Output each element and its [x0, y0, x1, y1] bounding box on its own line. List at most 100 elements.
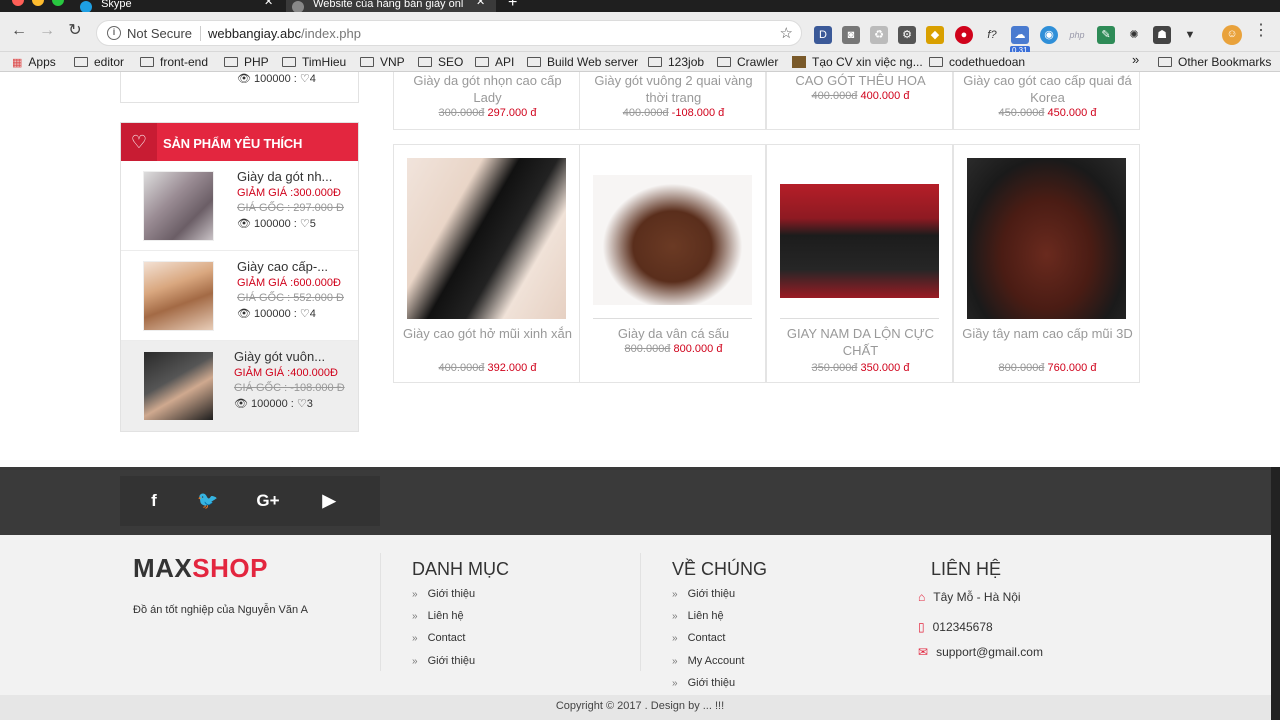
favorite-name[interactable]: Giày cao cấp-...	[237, 259, 328, 274]
product-image[interactable]	[407, 158, 566, 319]
vue-icon[interactable]: ▼	[1181, 26, 1199, 44]
mask-icon[interactable]: ☗	[1153, 26, 1171, 44]
footer-link[interactable]: » My Account	[672, 655, 744, 667]
product-image[interactable]	[967, 158, 1126, 319]
new-price: -108.000 đ	[671, 107, 725, 119]
globe-blue-icon[interactable]: ◉	[1040, 26, 1058, 44]
minimize-window-icon[interactable]	[32, 0, 44, 6]
contact-phone: ▯ 012345678	[918, 620, 993, 634]
tab-skype[interactable]: Skype ✕	[80, 0, 280, 12]
product-card[interactable]: Giầy tây nam cao cấp mũi 3D 800.000đ 760…	[953, 144, 1140, 383]
folder-icon	[282, 57, 296, 67]
product-card[interactable]: Giày gót vuông 2 quai vàng thời trang 40…	[579, 72, 766, 130]
product-name[interactable]: Giày da vân cá sấu	[586, 325, 761, 342]
product-name[interactable]: CAO GÓT THÊU HOA	[773, 72, 948, 89]
twitter-icon[interactable]: 🐦	[193, 491, 223, 511]
google-plus-icon[interactable]: G+	[253, 491, 283, 511]
footer-link[interactable]: » Liên hệ	[412, 610, 464, 622]
home-icon: ⌂	[918, 590, 926, 604]
original-price: GIÁ GỐC : 297.000 Đ	[237, 202, 344, 214]
bookmark-editor[interactable]: editor	[74, 55, 124, 69]
bookmark-php[interactable]: PHP	[224, 55, 269, 69]
product-thumbnail[interactable]	[143, 351, 214, 421]
youtube-icon[interactable]: ▶	[314, 491, 344, 511]
new-tab-icon[interactable]: +	[508, 0, 517, 12]
product-card[interactable]: Giày da gót nhọn cao cấp Lady 300.000đ 2…	[393, 72, 580, 130]
extension-d-icon[interactable]: D	[814, 26, 832, 44]
recycle-icon[interactable]: ♻	[870, 26, 888, 44]
bookmark-vnp[interactable]: VNP	[360, 55, 405, 69]
extension-badge-icon[interactable]: ◆	[926, 26, 944, 44]
close-window-icon[interactable]	[12, 0, 24, 6]
folder-icon	[74, 57, 88, 67]
bookmarks-overflow-button[interactable]: »	[1132, 53, 1139, 67]
footer-link[interactable]: » Contact	[412, 632, 465, 644]
function-icon[interactable]: f?	[983, 26, 1001, 44]
scrollbar[interactable]	[1271, 467, 1280, 720]
product-thumbnail[interactable]	[143, 261, 214, 331]
new-price: 450.000 đ	[1047, 107, 1097, 119]
favorite-item[interactable]: Giày gót vuôn... GIẢM GIÁ :400.000Đ GIÁ …	[121, 341, 358, 431]
profile-avatar[interactable]: ☺	[1222, 25, 1242, 45]
product-image[interactable]	[780, 184, 939, 298]
maximize-window-icon[interactable]	[52, 0, 64, 6]
bookmark-label: VNP	[380, 55, 405, 69]
bookmark-timhieu[interactable]: TimHieu	[282, 55, 346, 69]
shield-icon[interactable]: ●	[955, 26, 973, 44]
product-card[interactable]: GIAY NAM DA LỘN CỰC CHẤT 350.000đ 350.00…	[766, 144, 953, 383]
bookmark-crawler[interactable]: Crawler	[717, 55, 778, 69]
product-thumbnail[interactable]	[143, 171, 214, 241]
contact-email[interactable]: ✉ support@gmail.com	[918, 645, 1043, 659]
product-card[interactable]: Giày da vân cá sấu 800.000đ 800.000 đ	[579, 144, 766, 383]
product-card[interactable]: CAO GÓT THÊU HOA 400.000đ 400.000 đ	[766, 72, 953, 130]
footer-link[interactable]: » Giới thiệu	[672, 677, 735, 689]
leaf-icon[interactable]: ✎	[1097, 26, 1115, 44]
camera-icon[interactable]: ◙	[842, 26, 860, 44]
favorite-item[interactable]: Giày da gót nh... GIẢM GIÁ :300.000Đ GIÁ…	[121, 161, 358, 251]
footer-link[interactable]: » Giới thiệu	[672, 588, 735, 600]
facebook-icon[interactable]: f	[139, 491, 169, 511]
favorite-item[interactable]: Giày cao cấp-... GIẢM GIÁ :600.000Đ GIÁ …	[121, 251, 358, 341]
bookmark-seo[interactable]: SEO	[418, 55, 463, 69]
forward-arrow-icon[interactable]: →	[36, 20, 58, 42]
info-icon[interactable]: i	[107, 26, 121, 40]
bookmark-front-end[interactable]: front-end	[140, 55, 208, 69]
bookmark-star-icon[interactable]: ☆	[780, 24, 793, 42]
close-tab-icon[interactable]: ✕	[476, 0, 485, 8]
bookmark-build-web-server[interactable]: Build Web server	[527, 55, 638, 69]
site-logo[interactable]: MAXSHOP	[133, 553, 268, 584]
product-name[interactable]: Giày da gót nhọn cao cấp Lady	[400, 72, 575, 106]
product-image[interactable]	[593, 175, 752, 305]
reload-icon[interactable]: ↻	[64, 20, 86, 42]
bookmark-codethuedoan[interactable]: codethuedoan	[929, 55, 1025, 69]
product-card[interactable]: Giày cao gót cao cấp quai đá Korea 450.0…	[953, 72, 1140, 130]
bookmark-tao-cv[interactable]: Tạo CV xin việc ng...	[792, 55, 923, 69]
product-name[interactable]: Giầy tây nam cao cấp mũi 3D	[960, 325, 1135, 342]
product-name[interactable]: Giày cao gót cao cấp quai đá Korea	[960, 72, 1135, 106]
close-tab-icon[interactable]: ✕	[264, 0, 273, 8]
cloud-icon[interactable]: ☁	[1011, 26, 1029, 44]
menu-dots-icon[interactable]: ⋮	[1250, 20, 1272, 42]
product-card[interactable]: Giày cao gót hở mũi xinh xắn 400.000đ 39…	[393, 144, 580, 383]
bookmark-123job[interactable]: 123job	[648, 55, 704, 69]
bookmark-apps[interactable]: ▦ Apps	[12, 55, 56, 70]
bookmark-label: front-end	[160, 55, 209, 69]
favorite-name[interactable]: Giày da gót nh...	[237, 169, 332, 184]
footer-link[interactable]: » Liên hệ	[672, 610, 724, 622]
back-arrow-icon[interactable]: ←	[8, 20, 30, 42]
product-name[interactable]: Giày gót vuông 2 quai vàng thời trang	[586, 72, 761, 106]
product-name[interactable]: GIAY NAM DA LỘN CỰC CHẤT	[773, 325, 948, 359]
footer-link[interactable]: » Giới thiệu	[412, 655, 475, 667]
address-bar[interactable]: i Not Secure webbangiay.abc/index.php ☆	[96, 20, 802, 46]
favorite-name[interactable]: Giày gót vuôn...	[234, 349, 325, 364]
react-icon[interactable]: ✺	[1125, 26, 1143, 44]
product-name[interactable]: Giày cao gót hở mũi xinh xắn	[400, 325, 575, 342]
bookmark-api[interactable]: API	[475, 55, 514, 69]
bookmark-other[interactable]: Other Bookmarks	[1158, 55, 1271, 69]
footer-link[interactable]: » Contact	[672, 632, 725, 644]
php-icon[interactable]: php	[1068, 26, 1086, 44]
tab-website[interactable]: Website của hàng bán giày onl ✕	[286, 0, 496, 12]
new-price: 800.000 đ	[673, 343, 723, 355]
settings-gear-icon[interactable]: ⚙	[898, 26, 916, 44]
footer-link[interactable]: » Giới thiệu	[412, 588, 475, 600]
